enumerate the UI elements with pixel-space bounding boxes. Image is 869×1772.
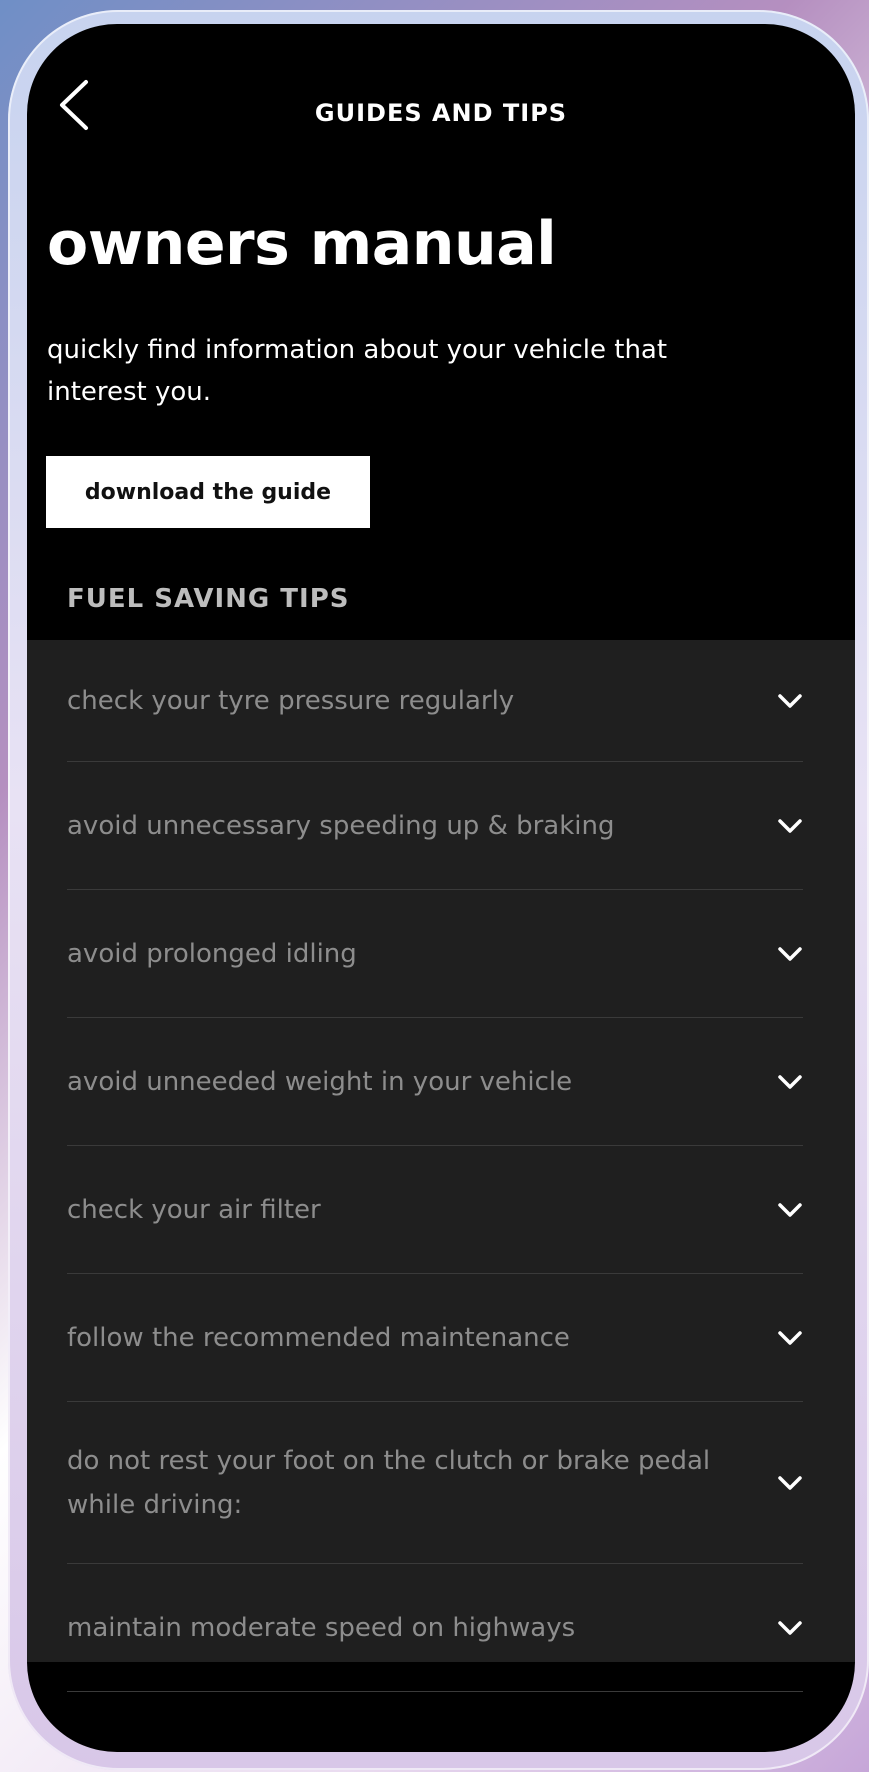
- chevron-down-icon: [777, 1325, 803, 1351]
- download-guide-button[interactable]: download the guide: [46, 456, 370, 528]
- app-screen: GUIDES AND TIPS owners manual quickly fi…: [27, 24, 855, 1752]
- chevron-down-icon: [777, 1615, 803, 1641]
- tip-item[interactable]: check your air filter: [67, 1146, 803, 1274]
- page-title: owners manual: [47, 209, 557, 279]
- tip-label: check your tyre pressure regularly: [67, 685, 515, 716]
- tip-item[interactable]: follow the recommended maintenance: [67, 1274, 803, 1402]
- tip-label: avoid prolonged idling: [67, 938, 357, 969]
- tip-label: do not rest your foot on the clutch or b…: [67, 1445, 711, 1520]
- section-label-fuel-saving-tips: FUEL SAVING TIPS: [67, 584, 350, 614]
- top-bar: GUIDES AND TIPS: [27, 24, 855, 130]
- page-description: quickly find information about your vehi…: [47, 335, 668, 407]
- tip-label: avoid unnecessary speeding up & braking: [67, 810, 615, 841]
- chevron-down-icon: [777, 1470, 803, 1496]
- tip-item[interactable]: avoid prolonged idling: [67, 890, 803, 1018]
- tip-label: avoid unneeded weight in your vehicle: [67, 1066, 573, 1097]
- tip-item[interactable]: check your tyre pressure regularly: [67, 640, 803, 762]
- chevron-down-icon: [777, 813, 803, 839]
- tip-label: maintain moderate speed on highways: [67, 1612, 576, 1643]
- tip-item[interactable]: avoid unneeded weight in your vehicle: [67, 1018, 803, 1146]
- chevron-down-icon: [777, 941, 803, 967]
- tip-item[interactable]: avoid unnecessary speeding up & braking: [67, 762, 803, 890]
- tip-item[interactable]: maintain moderate speed on highways: [67, 1564, 803, 1692]
- chevron-down-icon: [777, 1197, 803, 1223]
- chevron-down-icon: [777, 688, 803, 714]
- tip-item[interactable]: do not rest your foot on the clutch or b…: [67, 1402, 803, 1564]
- header-title: GUIDES AND TIPS: [314, 99, 568, 127]
- tip-label: follow the recommended maintenance: [67, 1322, 570, 1353]
- tip-label: check your air filter: [67, 1194, 321, 1225]
- chevron-down-icon: [777, 1069, 803, 1095]
- fuel-tips-list: check your tyre pressure regularly avoid…: [27, 640, 855, 1692]
